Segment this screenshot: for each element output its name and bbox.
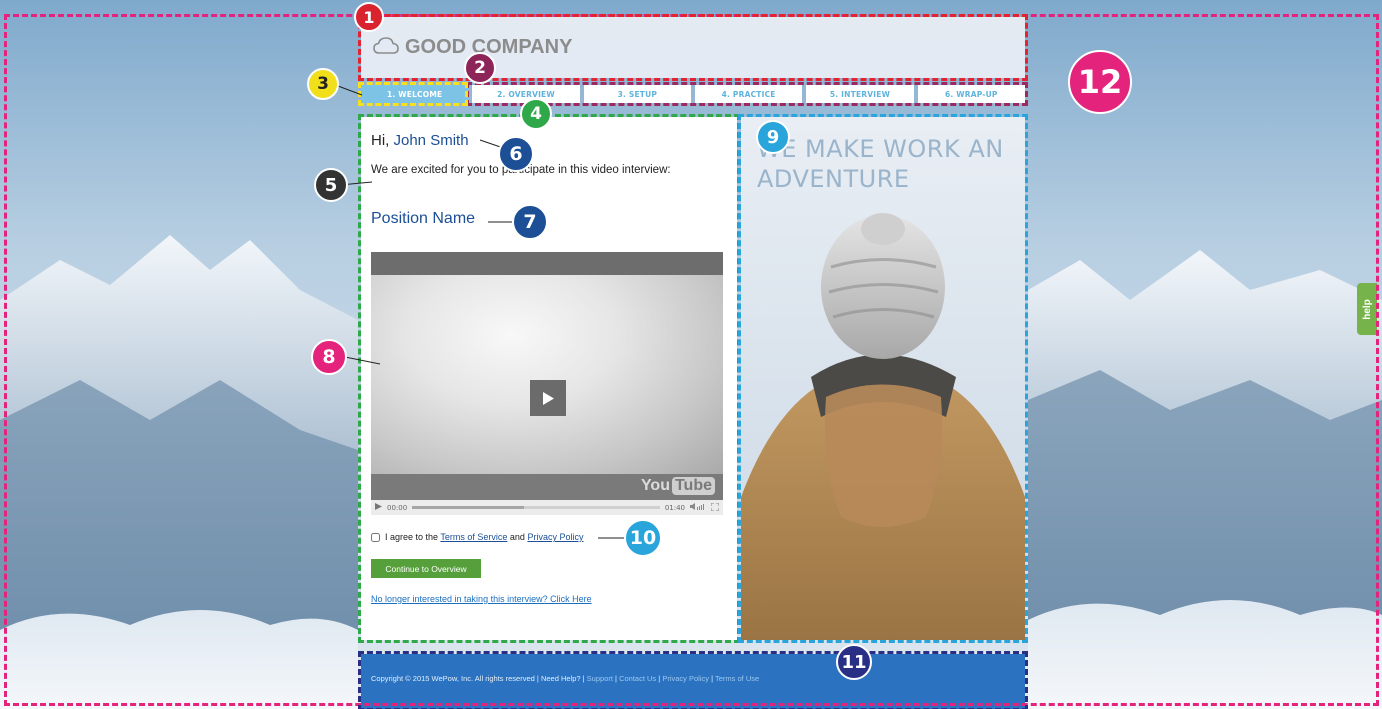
play-icon: [543, 391, 554, 405]
buffer-fill: [412, 506, 524, 509]
volume-icon[interactable]: [690, 503, 706, 512]
need-help: Need Help?: [540, 674, 581, 683]
video-controls: 00:00 01:40: [371, 500, 723, 515]
annotation-badge-12: 12: [1068, 50, 1132, 114]
current-time: 00:00: [387, 503, 408, 512]
annotation-badge-7: 7: [512, 204, 548, 240]
tab-setup[interactable]: 3. SETUP: [583, 85, 691, 103]
video-frame[interactable]: [371, 275, 723, 475]
fullscreen-icon[interactable]: [710, 502, 720, 513]
control-play-icon[interactable]: [375, 503, 382, 512]
promo-person-image: [741, 213, 1025, 640]
greeting-prefix: Hi,: [371, 132, 394, 149]
privacy-policy-link[interactable]: Privacy Policy: [527, 532, 583, 542]
greeting: Hi, John Smith: [371, 132, 469, 149]
annotation-badge-5: 5: [314, 168, 348, 202]
terms-of-service-link[interactable]: Terms of Service: [440, 532, 507, 542]
footer-text: Copyright © 2015 WePow, Inc. All rights …: [371, 674, 759, 683]
footer: Copyright © 2015 WePow, Inc. All rights …: [361, 654, 1025, 709]
annotation-badge-1: 1: [354, 2, 384, 32]
promo-panel: WE MAKE WORK AN ADVENTURE: [741, 117, 1025, 640]
copyright: Copyright © 2015 WePow, Inc. All rights …: [371, 674, 535, 683]
footer-terms-link[interactable]: Terms of Use: [715, 674, 759, 683]
terms-checkbox[interactable]: [371, 532, 380, 542]
seek-bar[interactable]: [412, 506, 660, 509]
tab-interview[interactable]: 5. INTERVIEW: [806, 85, 914, 103]
help-label: help: [1361, 298, 1373, 320]
youtube-logo-tube: Tube: [671, 477, 715, 495]
youtube-logo[interactable]: You Tube: [641, 477, 715, 495]
footer-privacy-link[interactable]: Privacy Policy: [662, 674, 709, 683]
tab-wrap-up[interactable]: 6. WRAP-UP: [917, 85, 1025, 103]
agreement-text: I agree to the Terms of Service and Priv…: [385, 532, 583, 542]
annotation-badge-9: 9: [756, 120, 790, 154]
youtube-strip: You Tube: [371, 474, 723, 500]
tab-welcome[interactable]: 1. WELCOME: [361, 85, 469, 103]
position-name: Position Name: [371, 210, 476, 227]
support-link[interactable]: Support: [587, 674, 613, 683]
annotation-badge-2: 2: [464, 52, 496, 84]
agreement-prefix: I agree to the: [385, 532, 441, 542]
cloud-icon: [373, 36, 399, 59]
terms-agreement: I agree to the Terms of Service and Priv…: [371, 532, 583, 542]
candidate-name: John Smith: [393, 132, 469, 149]
agreement-conjunction: and: [507, 532, 528, 542]
annotation-badge-10: 10: [624, 519, 662, 557]
welcome-panel: Hi, John Smith We are excited for you to…: [361, 117, 737, 640]
annotation-badge-8: 8: [311, 339, 347, 375]
annotation-badge-6: 6: [498, 136, 534, 172]
continue-button[interactable]: Continue to Overview: [371, 559, 481, 578]
video-player[interactable]: You Tube: [371, 252, 723, 500]
tab-practice[interactable]: 4. PRACTICE: [694, 85, 803, 103]
youtube-logo-you: You: [640, 477, 670, 494]
play-button[interactable]: [530, 380, 566, 416]
help-tab[interactable]: help: [1357, 283, 1377, 335]
duration: 01:40: [664, 503, 685, 512]
annotation-badge-3: 3: [307, 68, 339, 100]
company-header: GOOD COMPANY: [361, 17, 1025, 78]
decline-link[interactable]: No longer interested in taking this inte…: [371, 594, 592, 604]
progress-tabs: 1. WELCOME 2. OVERVIEW 3. SETUP 4. PRACT…: [361, 85, 1025, 103]
annotation-badge-11: 11: [836, 644, 872, 680]
video-title-bar: [371, 252, 723, 275]
annotation-badge-4: 4: [520, 98, 552, 130]
contact-link[interactable]: Contact Us: [619, 674, 656, 683]
